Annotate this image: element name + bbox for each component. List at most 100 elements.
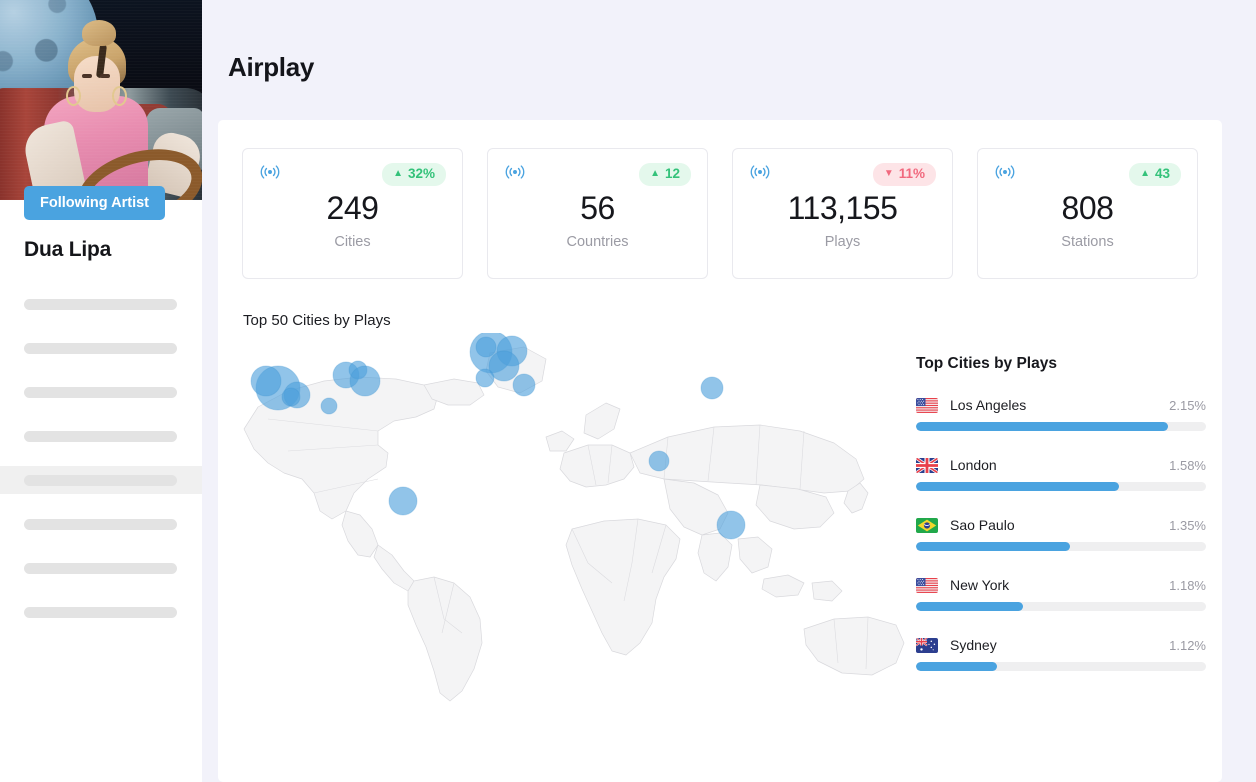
flag-au-icon bbox=[916, 637, 938, 653]
skeleton-placeholder bbox=[24, 562, 177, 574]
stat-value: 113,155 bbox=[787, 189, 898, 226]
map-bubble[interactable] bbox=[388, 486, 418, 516]
arrow-up-icon: ▲ bbox=[650, 168, 660, 180]
broadcast-icon bbox=[995, 165, 1015, 179]
flag-gb-icon bbox=[916, 457, 938, 473]
city-name: New York bbox=[950, 577, 1010, 593]
artist-name: Dua Lipa bbox=[24, 238, 112, 261]
skeleton-placeholder bbox=[24, 430, 177, 442]
map-bubble[interactable] bbox=[250, 365, 282, 397]
arrow-down-icon: ▼ bbox=[883, 168, 894, 180]
map-bubble[interactable] bbox=[349, 365, 381, 397]
city-list-item[interactable]: Los Angeles 2.15% bbox=[916, 397, 1206, 431]
city-row-header: Los Angeles 2.15% bbox=[916, 397, 1206, 413]
skeleton-placeholder bbox=[24, 298, 177, 310]
city-name: London bbox=[950, 457, 997, 473]
skeleton-placeholder bbox=[24, 386, 177, 398]
stat-label: Stations bbox=[1061, 233, 1114, 250]
city-bar-fill bbox=[916, 542, 1070, 551]
app-root: Following Artist Dua Lipa Airplay ▲ 32% … bbox=[0, 0, 1256, 782]
sidebar-nav-item[interactable] bbox=[0, 510, 202, 538]
city-name: Sao Paulo bbox=[950, 517, 1015, 533]
stat-delta-badge: ▲ 43 bbox=[1129, 163, 1181, 186]
stat-value: 808 bbox=[1061, 189, 1114, 226]
sidebar-nav-item-selected[interactable] bbox=[0, 466, 202, 494]
city-row-header: New York 1.18% bbox=[916, 577, 1206, 593]
city-bar-fill bbox=[916, 662, 998, 671]
stats-row: ▲ 32% 249 Cities ▲ 12 56 Countries ▼ 11%… bbox=[218, 120, 1222, 279]
sidebar-nav-item[interactable] bbox=[0, 290, 202, 318]
stat-value: 56 bbox=[580, 189, 615, 226]
sidebar-nav-item[interactable] bbox=[0, 422, 202, 450]
artist-photo bbox=[0, 0, 202, 200]
city-list-item[interactable]: London 1.58% bbox=[916, 457, 1206, 491]
city-bar-track bbox=[916, 482, 1206, 491]
stat-card-stations: ▲ 43 808 Stations bbox=[977, 148, 1198, 279]
stat-card-countries: ▲ 12 56 Countries bbox=[487, 148, 708, 279]
broadcast-icon bbox=[505, 165, 525, 179]
stat-delta-value: 11% bbox=[898, 166, 925, 181]
stat-delta-badge: ▲ 32% bbox=[382, 163, 446, 186]
city-percentage: 1.18% bbox=[1169, 577, 1206, 593]
content-card: ▲ 32% 249 Cities ▲ 12 56 Countries ▼ 11%… bbox=[218, 120, 1222, 782]
flag-br-icon bbox=[916, 517, 938, 533]
stat-label: Plays bbox=[824, 233, 861, 250]
city-name: Sydney bbox=[950, 637, 997, 653]
city-row-header: Sao Paulo 1.35% bbox=[916, 517, 1206, 533]
following-artist-button[interactable]: Following Artist bbox=[24, 186, 166, 220]
map-bubble[interactable] bbox=[700, 376, 724, 400]
city-name: Los Angeles bbox=[950, 397, 1027, 413]
stat-value: 249 bbox=[326, 189, 379, 226]
city-list-item[interactable]: Sydney 1.12% bbox=[916, 637, 1206, 671]
city-percentage: 2.15% bbox=[1169, 397, 1206, 413]
main-content: Airplay ▲ 32% 249 Cities ▲ 12 56 Countri… bbox=[202, 0, 1256, 782]
map-region: Top Cities by Plays Los Angeles 2.15% Lo… bbox=[218, 333, 1222, 703]
arrow-up-icon: ▲ bbox=[1140, 168, 1150, 180]
stat-label: Countries bbox=[566, 233, 629, 250]
map-bubble[interactable] bbox=[512, 373, 536, 397]
sidebar-nav-item[interactable] bbox=[0, 598, 202, 626]
flag-us-icon bbox=[916, 397, 938, 413]
photo-grain-overlay bbox=[0, 0, 202, 200]
sidebar-nav-item[interactable] bbox=[0, 554, 202, 582]
stat-delta-value: 32% bbox=[407, 166, 435, 181]
stat-card-plays: ▼ 11% 113,155 Plays bbox=[732, 148, 953, 279]
stat-card-header: ▲ 32% bbox=[259, 163, 446, 186]
city-bar-track bbox=[916, 542, 1206, 551]
map-bubble[interactable] bbox=[475, 336, 497, 358]
city-percentage: 1.35% bbox=[1169, 517, 1206, 533]
city-row-header: London 1.58% bbox=[916, 457, 1206, 473]
city-bar-track bbox=[916, 602, 1206, 611]
stat-card-header: ▲ 43 bbox=[994, 163, 1181, 186]
stat-card-header: ▲ 12 bbox=[504, 163, 691, 186]
top-cities-panel: Top Cities by Plays Los Angeles 2.15% Lo… bbox=[916, 333, 1206, 703]
map-bubble[interactable] bbox=[716, 510, 746, 540]
map-bubble[interactable] bbox=[320, 397, 338, 415]
broadcast-icon bbox=[750, 165, 770, 179]
map-bubble[interactable] bbox=[281, 387, 301, 407]
city-list-item[interactable]: New York 1.18% bbox=[916, 577, 1206, 611]
city-bar-fill bbox=[916, 482, 1119, 491]
city-percentage: 1.12% bbox=[1169, 637, 1206, 653]
stat-label: Cities bbox=[334, 233, 371, 250]
sidebar-nav-item[interactable] bbox=[0, 334, 202, 362]
arrow-up-icon: ▲ bbox=[393, 168, 403, 180]
world-map[interactable] bbox=[228, 333, 908, 703]
city-bar-track bbox=[916, 422, 1206, 431]
flag-us-icon bbox=[916, 577, 938, 593]
sidebar: Following Artist Dua Lipa bbox=[0, 0, 202, 782]
sidebar-nav-item[interactable] bbox=[0, 378, 202, 406]
skeleton-placeholder bbox=[24, 606, 177, 618]
stat-card-cities: ▲ 32% 249 Cities bbox=[242, 148, 463, 279]
skeleton-placeholder bbox=[24, 474, 177, 486]
city-row-header: Sydney 1.12% bbox=[916, 637, 1206, 653]
map-bubble-layer bbox=[250, 333, 746, 540]
map-section-title: Top 50 Cities by Plays bbox=[243, 312, 391, 329]
map-bubble[interactable] bbox=[475, 368, 495, 388]
top-cities-title: Top Cities by Plays bbox=[916, 355, 1057, 372]
map-bubble[interactable] bbox=[648, 450, 670, 472]
city-bar-fill bbox=[916, 422, 1169, 431]
city-percentage: 1.58% bbox=[1169, 457, 1206, 473]
city-bar-track bbox=[916, 662, 1206, 671]
city-list-item[interactable]: Sao Paulo 1.35% bbox=[916, 517, 1206, 551]
